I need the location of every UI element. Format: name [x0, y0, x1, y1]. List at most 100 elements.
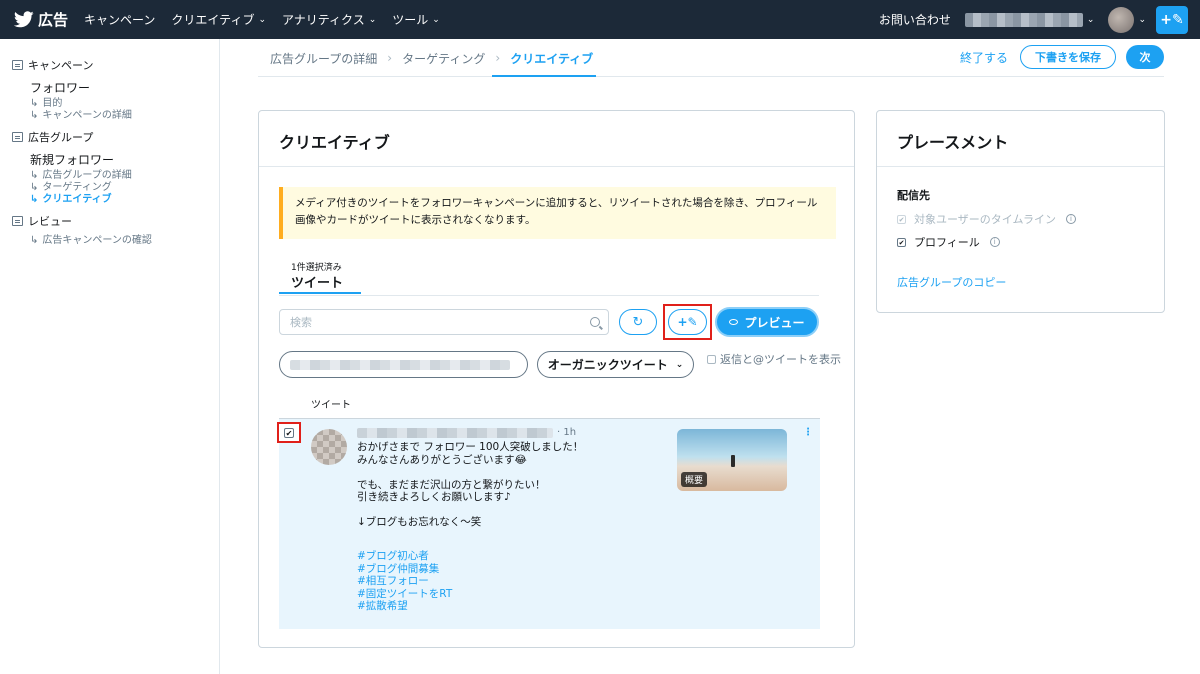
eye-icon — [729, 319, 739, 325]
preview-button[interactable]: プレビュー — [715, 307, 819, 337]
arrow-icon: ↳ — [30, 170, 39, 181]
compose-icon: +✎ — [677, 315, 698, 329]
placement-option-profile[interactable]: ✔ プロフィール i — [897, 234, 1000, 250]
info-icon[interactable]: i — [989, 237, 1000, 247]
breadcrumb-bar: 広告グループの詳細 › ターゲティング › クリエイティブ 終了する 下書きを保… — [258, 39, 1164, 77]
sidebar-subitem-label: 広告グループの詳細 — [42, 170, 132, 181]
chevron-down-icon: ⌄ — [258, 14, 267, 25]
sidebar-subitem-label: ターゲティング — [42, 182, 112, 193]
sidebar-section-label: 広告グループ — [28, 131, 94, 144]
sidebar-item-title[interactable]: フォロワー — [30, 79, 219, 96]
hashtag-link[interactable]: #相互フォロー — [357, 575, 452, 588]
sidebar-subitem[interactable]: ↳ ターゲティング — [30, 182, 219, 194]
finish-link[interactable]: 終了する — [960, 49, 1008, 66]
breadcrumb-actions: 終了する 下書きを保存 次 — [960, 45, 1164, 69]
panel-title: クリエイティブ — [279, 133, 390, 152]
timeline-checkbox[interactable]: ✔ — [897, 214, 906, 224]
sidebar-subitem[interactable]: ↳ クリエイティブ — [30, 194, 219, 206]
copy-ad-group-link[interactable]: 広告グループのコピー — [897, 274, 1006, 290]
breadcrumb-step-creative[interactable]: クリエイティブ — [510, 50, 593, 67]
nav-item[interactable]: クリエイティブ ⌄ — [171, 11, 266, 28]
top-right-area: お問い合わせ ⌄ ⌄ +✎ — [879, 0, 1200, 39]
sidebar-section[interactable]: レビュー — [12, 213, 219, 229]
refresh-button[interactable]: ↻ — [619, 309, 657, 335]
person-figure — [731, 455, 735, 467]
brand[interactable]: 広告 — [14, 9, 68, 30]
table-row[interactable]: ✔ · 1h おかげさまで フォロワー 100人突破しました！ みんなさんありが… — [277, 418, 820, 629]
breadcrumb-step-targeting[interactable]: ターゲティング — [402, 50, 485, 67]
sidebar-item-title[interactable]: 新規フォロワー — [30, 151, 219, 168]
next-button[interactable]: 次 — [1126, 45, 1164, 69]
hashtag-link[interactable]: #ブログ仲間募集 — [357, 563, 452, 576]
reply-filter[interactable]: 返信と@ツイートを表示 — [707, 351, 843, 368]
column-header-tweet: ツイート — [311, 400, 351, 411]
account-name-blurred — [357, 427, 553, 438]
search-icon[interactable] — [590, 317, 600, 327]
preview-label: プレビュー — [744, 315, 805, 330]
hashtag-link[interactable]: #固定ツイートをRT — [357, 588, 452, 601]
sidebar-subitem[interactable]: ↳ キャンペーンの詳細 — [30, 110, 219, 122]
list-icon — [12, 132, 23, 142]
sidebar-subitem[interactable]: ↳ 広告キャンペーンの確認 — [30, 235, 219, 247]
divider — [877, 166, 1164, 167]
sidebar-section[interactable]: 広告グループ — [12, 129, 219, 145]
breadcrumb: 広告グループの詳細 › ターゲティング › クリエイティブ — [270, 39, 593, 77]
sidebar-subitem-label: クリエイティブ — [42, 194, 112, 205]
search-box — [279, 309, 609, 335]
nav-item[interactable]: キャンペーン — [84, 11, 155, 28]
chevron-right-icon: › — [495, 51, 501, 65]
placement-panel: プレースメント 配信先 ✔ 対象ユーザーのタイムライン i ✔ プロフィール i… — [876, 110, 1165, 313]
summary-badge: 概要 — [681, 472, 708, 487]
sidebar-section[interactable]: キャンペーン — [12, 57, 219, 73]
account-name-blurred — [290, 359, 510, 370]
option-label: 対象ユーザーのタイムライン — [914, 213, 1057, 226]
account-name-blurred[interactable] — [964, 12, 1083, 27]
search-input[interactable] — [280, 310, 570, 334]
nav-item-label: クリエイティブ — [171, 13, 255, 27]
tweet-type-select[interactable]: オーガニックツイート ⌄ — [537, 351, 694, 378]
compose-tweet-button[interactable]: +✎ — [1156, 5, 1188, 34]
breadcrumb-step-ad-group-details[interactable]: 広告グループの詳細 — [270, 50, 377, 67]
tweet-type-value: オーガニックツイート — [547, 358, 668, 372]
sidebar: キャンペーン フォロワー ↳ 目的 ↳ キャンペーンの詳細 広告グループ 新規フォロワー ↳ 広告… — [0, 39, 220, 674]
list-icon — [12, 60, 23, 70]
contact-link[interactable]: お問い合わせ — [879, 11, 951, 28]
highlight-box: ✔ — [277, 422, 301, 443]
chevron-down-icon[interactable]: ⌄ — [1138, 15, 1146, 25]
chevron-down-icon: ⌄ — [368, 14, 377, 25]
active-step-indicator — [492, 75, 596, 77]
hashtag-link[interactable]: #拡散希望 — [357, 600, 452, 613]
top-navigation-bar: 広告 キャンペーン クリエイティブ ⌄ アナリティクス ⌄ ツール ⌄ お問い合わせ ⌄ ⌄… — [0, 0, 1200, 39]
profile-checkbox[interactable]: ✔ — [897, 237, 906, 247]
tab-label: ツイート — [291, 276, 344, 291]
tab-tweets[interactable]: 1件選択済み ツイート — [279, 258, 361, 294]
reply-checkbox[interactable] — [707, 355, 716, 364]
account-select[interactable] — [279, 351, 528, 378]
tweet-media-thumbnail[interactable]: 概要 — [677, 429, 787, 491]
info-icon[interactable]: i — [1066, 214, 1077, 224]
chevron-down-icon: ⌄ — [675, 359, 684, 370]
highlight-box: +✎ — [663, 304, 712, 340]
row-checkbox[interactable]: ✔ — [284, 428, 294, 438]
placement-subtitle: 配信先 — [897, 189, 930, 202]
hashtag-link[interactable]: #ブログ初心者 — [357, 550, 452, 563]
sidebar-subitem-label: キャンペーンの詳細 — [42, 110, 132, 121]
top-nav: キャンペーン クリエイティブ ⌄ アナリティクス ⌄ ツール ⌄ — [84, 11, 456, 28]
sidebar-subitem-label: 目的 — [42, 98, 63, 109]
chevron-down-icon[interactable]: ⌄ — [1087, 15, 1095, 25]
refresh-icon: ↻ — [632, 314, 644, 330]
save-draft-button[interactable]: 下書きを保存 — [1020, 45, 1116, 69]
more-options-icon[interactable]: ⋮ — [803, 428, 813, 445]
nav-item[interactable]: アナリティクス ⌄ — [282, 11, 376, 28]
sidebar-subitem[interactable]: ↳ 広告グループの詳細 — [30, 170, 219, 182]
sidebar-subitem[interactable]: ↳ 目的 — [30, 98, 219, 110]
avatar — [311, 429, 347, 465]
brand-label: 広告 — [38, 11, 69, 29]
arrow-icon: ↳ — [30, 110, 39, 121]
new-tweet-button[interactable]: +✎ — [668, 309, 707, 335]
nav-item[interactable]: ツール ⌄ — [392, 11, 440, 28]
placement-option-timeline[interactable]: ✔ 対象ユーザーのタイムライン i — [897, 211, 1077, 227]
avatar[interactable] — [1108, 6, 1135, 33]
arrow-icon: ↳ — [30, 235, 39, 246]
notice-banner: メディア付きのツイートをフォロワーキャンペーンに追加すると、リツイートされた場合… — [279, 187, 836, 239]
